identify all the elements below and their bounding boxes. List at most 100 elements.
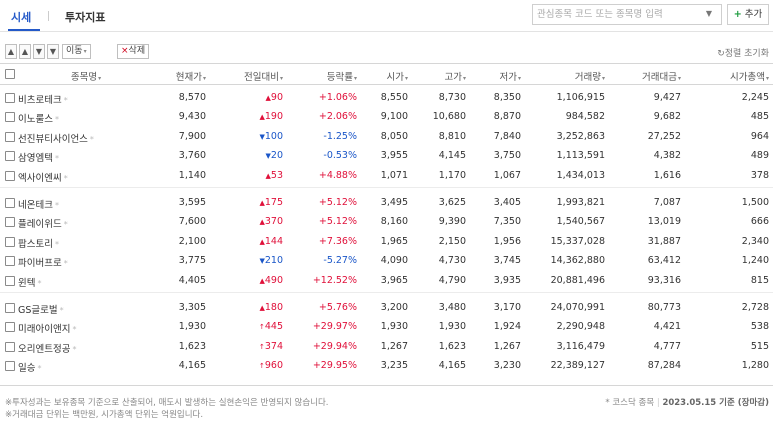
move-dropdown[interactable]: 이동▾ <box>62 44 91 59</box>
reset-sort-button[interactable]: ↻정렬 초기화 <box>717 46 769 59</box>
cell-volume: 2,290,948 <box>556 321 605 333</box>
cell-cap: 378 <box>750 169 769 181</box>
column-header-cap[interactable]: 시가총액▾ <box>689 69 769 83</box>
cell-amount: 63,412 <box>647 255 681 267</box>
stock-name: 비츠로테크 <box>18 95 62 106</box>
stock-name-link[interactable]: 일승 * <box>18 360 41 374</box>
row-checkbox[interactable] <box>5 198 15 208</box>
table-row[interactable]: 윈텍 * 4,405 ▲490 +12.52% 3,965 4,790 3,935 20,881… <box>0 271 773 291</box>
row-checkbox[interactable] <box>5 217 15 228</box>
move-bottom-icon: ▼ <box>49 47 57 56</box>
move-down-button[interactable]: ▼ <box>33 44 45 59</box>
group-divider <box>0 187 773 188</box>
stock-search-input[interactable] <box>537 7 697 22</box>
table-row[interactable]: 일승 * 4,165 ↑960 +29.95% 3,235 4,165 3,230 22,389… <box>0 356 773 376</box>
stock-name: 플레이위드 <box>18 219 62 231</box>
table-row[interactable]: 플레이위드 * 7,600 ▲370 +5.12% 8,160 9,390 7,350 1,54… <box>0 212 773 232</box>
cell-amount: 13,019 <box>647 216 681 228</box>
stock-name-link[interactable]: 삼영엠텍 * <box>18 150 59 164</box>
stock-name-link[interactable]: 파이버프로 * <box>18 255 68 269</box>
header-divider <box>0 31 773 32</box>
row-checkbox[interactable] <box>5 256 15 267</box>
change-cell: ▲175 <box>203 197 283 208</box>
table-row[interactable]: GS글로벌 * 3,305 ▲180 +5.76% 3,200 3,480 3,170 24,0… <box>0 298 773 318</box>
stock-name-link[interactable]: 비츠로테크 * <box>18 92 68 106</box>
column-header-amount[interactable]: 거래대금▾ <box>601 69 681 83</box>
move-down-icon: ▼ <box>35 47 43 56</box>
table-row[interactable]: 미래아이앤지 * 1,930 ↑445 +29.97% 1,930 1,930 1,924 2,… <box>0 317 773 337</box>
stock-name-link[interactable]: 윈텍 * <box>18 275 41 289</box>
table-row[interactable]: 이노룰스 * 9,430 ▲190 +2.06% 9,100 10,680 8,870 984,… <box>0 107 773 127</box>
tab-quotes[interactable]: 시세 <box>11 9 31 25</box>
cell-price: 7,900 <box>178 130 206 142</box>
cell-amount: 80,773 <box>647 302 681 313</box>
change-cell: ▲490 <box>203 275 283 286</box>
move-up-button[interactable]: ▲ <box>19 44 31 59</box>
change-cell: ↑960 <box>203 360 283 371</box>
row-checkbox[interactable] <box>5 322 15 333</box>
table-row[interactable]: 삼영엠텍 * 3,760 ▼20 -0.53% 3,955 4,145 3,750 1,113,… <box>0 146 773 166</box>
sort-caret-icon: ▾ <box>765 75 769 82</box>
tab-investment-indicators[interactable]: 투자지표 <box>65 9 105 25</box>
column-header-name[interactable]: 종목명▾ <box>46 69 126 83</box>
stock-name: 파이버프로 <box>18 258 62 270</box>
stock-name: GS글로벌 <box>18 305 58 316</box>
stock-name-link[interactable]: 네온테크 * <box>18 197 59 211</box>
cell-cap: 489 <box>750 150 769 162</box>
stock-name: 삼영엠텍 <box>18 153 53 165</box>
add-stock-button[interactable]: + 추가 <box>727 4 769 25</box>
row-checkbox[interactable] <box>5 112 15 123</box>
delete-button[interactable]: ×삭제 <box>117 44 150 59</box>
stock-name-link[interactable]: 플레이위드 * <box>18 216 68 230</box>
cell-cap: 485 <box>750 111 769 123</box>
sort-caret-icon: ▾ <box>98 75 102 82</box>
stock-name: 팝스토리 <box>18 238 53 250</box>
move-top-button[interactable]: ▲ <box>5 44 17 59</box>
select-all-checkbox[interactable] <box>5 69 15 79</box>
cell-volume: 1,434,013 <box>556 169 605 181</box>
row-checkbox[interactable] <box>5 93 15 103</box>
row-checkbox[interactable] <box>5 361 15 372</box>
kosdaq-marker: * <box>54 201 59 210</box>
table-row[interactable]: 비츠로테크 * 8,570 ▲90 +1.06% 8,550 8,730 8,350 1,106… <box>0 88 773 108</box>
column-header-low[interactable]: 저가▾ <box>441 69 522 83</box>
table-row[interactable]: 파이버프로 * 3,775 ▼210 -5.27% 4,090 4,730 3,745 14,3… <box>0 251 773 271</box>
cell-low: 8,870 <box>493 111 521 123</box>
row-checkbox[interactable] <box>5 303 15 313</box>
cell-cap: 2,340 <box>741 235 769 247</box>
cell-low: 8,350 <box>493 92 521 103</box>
column-header-volume[interactable]: 거래량▾ <box>525 69 605 83</box>
move-bottom-button[interactable]: ▼ <box>47 44 59 59</box>
column-header-label: 시가총액 <box>730 72 765 83</box>
table-row[interactable]: 오리엔트정공 * 1,623 ↑374 +29.94% 1,267 1,623 1,267 3,… <box>0 337 773 357</box>
table-row[interactable]: 선진뷰티사이언스 * 7,900 ▼100 -1.25% 8,050 8,810 7,840 3… <box>0 127 773 147</box>
table-row[interactable]: 엑사이엔씨 * 1,140 ▲53 +4.88% 1,071 1,170 1,067 1,434… <box>0 166 773 186</box>
change-cell: ▼210 <box>203 255 283 266</box>
add-button-label: 추가 <box>744 9 763 20</box>
kosdaq-marker: * <box>54 115 59 125</box>
stock-name-link[interactable]: GS글로벌 * <box>18 302 64 316</box>
stock-name-link[interactable]: 팝스토리 * <box>18 236 59 250</box>
row-checkbox[interactable] <box>5 236 15 247</box>
column-header-price[interactable]: 현재가▾ <box>126 69 206 83</box>
stock-name-link[interactable]: 오리엔트정공 * <box>18 341 76 355</box>
stock-name-link[interactable]: 선진뷰티사이언스 * <box>18 131 94 145</box>
row-checkbox[interactable] <box>5 151 15 162</box>
column-header-change[interactable]: 전일대비▾ <box>203 69 283 83</box>
cell-low: 3,745 <box>493 255 521 267</box>
row-checkbox[interactable] <box>5 170 15 181</box>
change-cell: ▲53 <box>203 170 283 181</box>
stock-name-link[interactable]: 이노룰스 * <box>18 111 59 125</box>
row-checkbox[interactable] <box>5 275 15 286</box>
header: 시세 투자지표 ▼ + 추가 <box>0 0 773 32</box>
table-row[interactable]: 네온테크 * 3,595 ▲175 +5.12% 3,495 3,625 3,405 1,993… <box>0 193 773 213</box>
table-row[interactable]: 팝스토리 * 2,100 ▲144 +7.36% 1,965 2,150 1,956 15,33… <box>0 232 773 252</box>
cell-volume: 1,106,915 <box>556 92 605 103</box>
row-checkbox[interactable] <box>5 131 15 142</box>
change-cell: ↑445 <box>203 321 283 332</box>
kosdaq-note: * 코스닥 종목 <box>605 398 655 408</box>
stock-name-link[interactable]: 미래아이앤지 * <box>18 321 76 335</box>
row-checkbox[interactable] <box>5 341 15 352</box>
stock-name-link[interactable]: 엑사이엔씨 * <box>18 170 68 184</box>
chevron-down-icon[interactable]: ▼ <box>702 6 716 21</box>
